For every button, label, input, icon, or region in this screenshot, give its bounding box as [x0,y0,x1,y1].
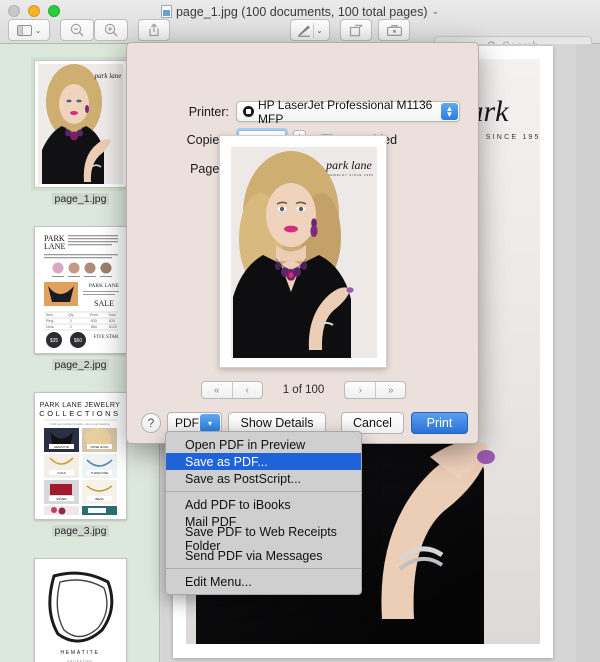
svg-text:$120: $120 [109,325,117,329]
print-preview: park lane JEWELRY SINCE 1955 [219,135,387,368]
menu-item-save-as-pdf[interactable]: Save as PDF... [166,453,361,470]
menu-item-add-pdf-to-ibooks[interactable]: Add PDF to iBooks [166,496,361,513]
printer-label: Printer: [188,104,229,119]
svg-text:Neck: Neck [46,325,54,329]
pdf-button-label: PDF [175,416,199,430]
menu-separator [166,491,361,492]
svg-text:Ring: Ring [46,319,53,323]
svg-text:Qty: Qty [68,313,74,317]
sidebar-item-page-1[interactable]: park lane page_1.jpg [31,57,130,205]
markup-pen-icon [297,24,311,37]
svg-text:HEMATITE: HEMATITE [54,445,69,449]
svg-text:$35: $35 [109,319,115,323]
svg-text:2: 2 [70,325,72,329]
svg-text:$35: $35 [91,319,97,323]
pdf-context-menu: Open PDF in Preview Save as PDF... Save … [165,431,362,595]
svg-text:$35: $35 [50,338,59,344]
next-page-button[interactable]: › [345,382,375,398]
printer-select[interactable]: HP LaserJet Professional M1136 MFP ▲ ▼ [236,98,460,126]
menu-item-save-pdf-to-web-receipts[interactable]: Save PDF to Web Receipts Folder [166,525,361,553]
thumbnail-frame[interactable]: HEMATITE collection [34,558,127,662]
svg-text:SILVER: SILVER [56,497,67,501]
last-page-button[interactable]: » [375,382,405,398]
toolbox-icon [386,24,402,36]
print-button[interactable]: Print [411,412,468,434]
thumbnail-frame[interactable]: park lane [31,57,130,191]
share-icon [148,23,160,37]
svg-text:PARK LANE JEWELRY: PARK LANE JEWELRY [40,402,120,409]
pdf-chevron-down-icon[interactable]: ▾ [200,414,220,432]
printer-stepper-arrows-icon[interactable]: ▲ ▼ [441,103,458,120]
window-titlebar: page_1.jpg (100 documents, 100 total pag… [0,0,600,57]
thumbnail-frame[interactable]: PARK LANE JEWELRY COLLECTIONS Find your … [34,392,127,520]
svg-text:park lane: park lane [325,158,372,172]
menu-item-edit-menu[interactable]: Edit Menu... [166,573,361,590]
menu-item-save-as-postscript[interactable]: Save as PostScript... [166,470,361,487]
svg-text:park lane: park lane [94,72,122,80]
sidebar-item-page-3[interactable]: PARK LANE JEWELRY COLLECTIONS Find your … [34,392,127,537]
zoom-in-button[interactable] [94,19,128,41]
svg-text:$60: $60 [74,338,83,344]
window-right-gutter [576,44,600,662]
share-button[interactable] [138,19,170,41]
zoom-out-button[interactable] [60,19,94,41]
svg-text:1: 1 [70,319,72,323]
rotate-button[interactable] [340,19,372,41]
menu-separator [166,568,361,569]
printer-icon [243,106,254,117]
svg-text:GOLD: GOLD [57,471,66,475]
preview-page-navigation: « ‹ 1 of 100 › » [127,379,480,401]
zoom-in-icon [104,23,118,37]
markup-chevron-down-icon[interactable]: ⌄ [316,26,323,35]
thumbnail-frame[interactable]: PARK LANE PARK LANE SALE Item Qty Price … [34,226,127,354]
svg-text:JEWELRY SINCE 1955: JEWELRY SINCE 1955 [328,173,374,177]
svg-text:BEAD: BEAD [95,497,104,501]
svg-text:SALE: SALE [94,299,114,308]
svg-text:ROSE GOLD: ROSE GOLD [91,445,110,449]
main-toolbar: ⌄ ⌄ [0,17,600,57]
printer-value: HP LaserJet Professional M1136 MFP [258,97,433,126]
zoom-out-icon [70,23,84,37]
menu-item-open-pdf-in-preview[interactable]: Open PDF in Preview [166,436,361,453]
thumb-image-page-2: PARK LANE PARK LANE SALE Item Qty Price … [38,230,123,350]
svg-text:Total: Total [108,313,116,317]
rotate-icon [349,23,363,37]
preview-app-window: page_1.jpg (100 documents, 100 total pag… [0,0,600,662]
nav-forward-group: › » [344,381,407,399]
thumbnail-label: page_1.jpg [51,193,110,205]
svg-text:Item: Item [46,313,53,317]
thumb-image-page-3: PARK LANE JEWELRY COLLECTIONS Find your … [38,396,123,516]
svg-text:LANE: LANE [44,242,65,251]
sidebar-item-page-4[interactable]: HEMATITE collection page_4.jpg [34,558,127,662]
title-chevron-down-icon[interactable]: ⌄ [432,6,440,17]
svg-text:PARK LANE: PARK LANE [89,283,120,289]
toolkit-button[interactable] [378,19,410,41]
svg-text:TURQUOISE: TURQUOISE [91,471,109,475]
sidebar-toggle-button[interactable]: ⌄ [8,19,50,41]
markup-button[interactable]: ⌄ [290,19,330,41]
help-button[interactable]: ? [141,413,161,433]
printer-row: Printer: HP LaserJet Professional M1136 … [167,98,460,126]
svg-text:FIVE STAR: FIVE STAR [94,335,119,340]
svg-text:Find your perfect bundle, colo: Find your perfect bundle, colors and bea… [50,422,110,426]
first-page-button[interactable]: « [202,382,232,398]
page-counter: 1 of 100 [282,384,325,396]
print-dialog: Printer: HP LaserJet Professional M1136 … [126,42,479,444]
sidebar-chevron-down-icon[interactable]: ⌄ [35,26,42,35]
thumb-image-page-1: park lane [38,64,123,184]
svg-text:$60: $60 [91,325,97,329]
svg-text:Price: Price [90,313,98,317]
sidebar-panel-icon [16,24,32,36]
sidebar-item-page-2[interactable]: PARK LANE PARK LANE SALE Item Qty Price … [34,226,127,371]
nav-back-group: « ‹ [200,381,263,399]
svg-text:COLLECTIONS: COLLECTIONS [39,409,121,418]
thumbnail-label: page_3.jpg [51,525,110,537]
svg-text:HEMATITE: HEMATITE [60,650,99,656]
markup-divider [313,22,315,38]
preview-photo: park lane JEWELRY SINCE 1955 [231,147,377,358]
print-preview-image: park lane JEWELRY SINCE 1955 [231,147,377,358]
thumb-image-page-4: HEMATITE collection [38,562,123,662]
previous-page-button[interactable]: ‹ [231,382,262,398]
thumbnail-label: page_2.jpg [51,359,110,371]
